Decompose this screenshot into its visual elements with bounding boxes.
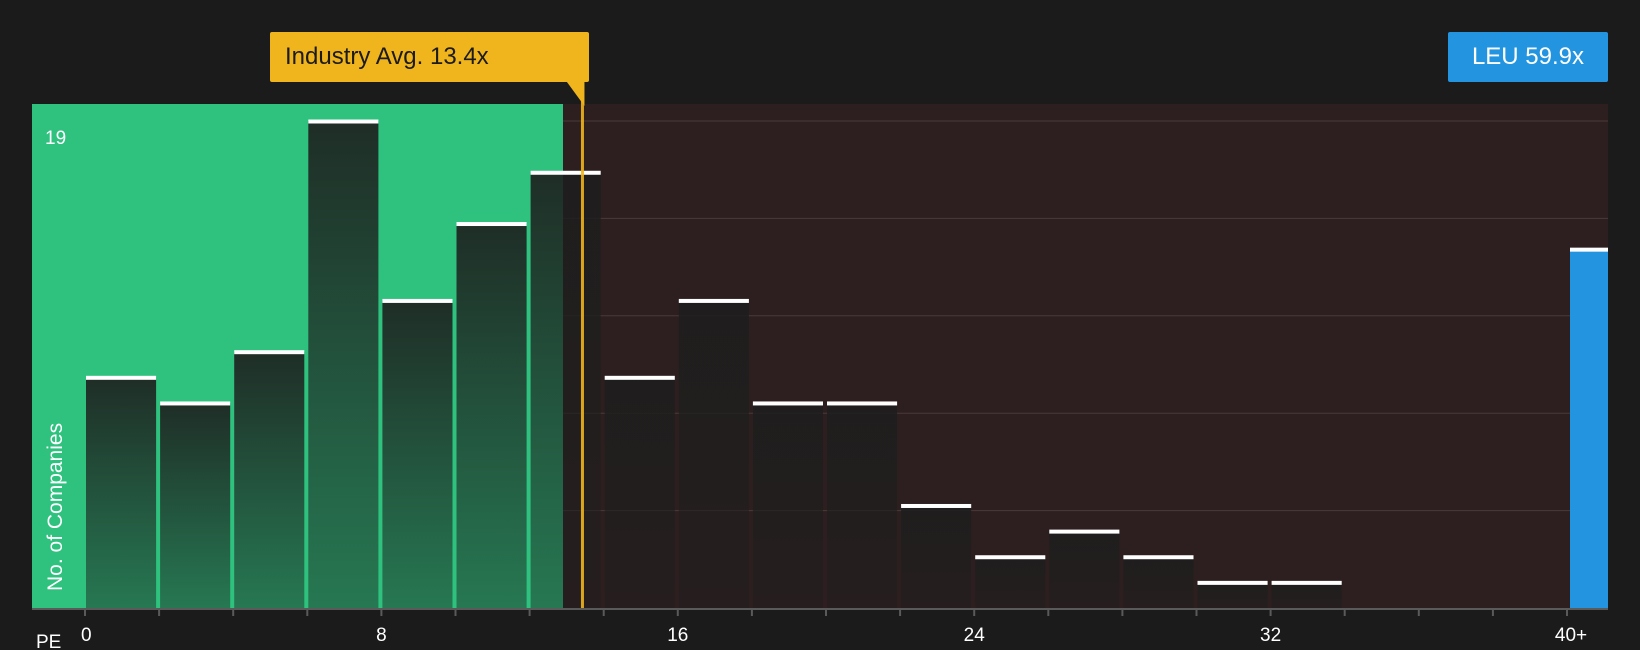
histogram-bar [1049, 531, 1120, 608]
histogram-bar [1197, 582, 1268, 608]
histogram-bar [901, 505, 972, 608]
histogram-bar [678, 300, 749, 608]
y-axis-title: No. of Companies [44, 423, 67, 591]
bar-cap [752, 401, 823, 406]
bar-cap [604, 375, 675, 380]
bar-cap [975, 555, 1046, 560]
histogram-bar [160, 402, 231, 608]
chart-canvas: 0 8 16 24 32 40+ 19 No. of Companies PE [32, 60, 1608, 650]
bar-cap [1197, 580, 1268, 585]
bar-cap [86, 375, 157, 380]
industry-average-callout: Industry Avg. 13.4x [270, 32, 589, 82]
x-tick-label: 32 [1260, 625, 1281, 646]
bar-cap [160, 401, 231, 406]
histogram-bar [86, 377, 157, 608]
histogram-bar [1123, 556, 1194, 608]
histogram-bar [456, 223, 527, 609]
company-pe-callout: LEU 59.9x [1448, 32, 1608, 82]
x-tick-label: 16 [667, 625, 688, 646]
histogram-bar [382, 300, 453, 608]
histogram-bar [1271, 582, 1342, 608]
bar-cap [234, 350, 305, 355]
bar-cap [1570, 247, 1608, 252]
bar-cap [1049, 529, 1120, 534]
bar-cap [308, 119, 379, 124]
bar-cap [827, 401, 898, 406]
histogram-bar [975, 556, 1046, 608]
histogram-bar [308, 121, 379, 608]
x-axis-ticks: 0 8 16 24 32 40+ [81, 608, 1587, 646]
histogram-bar [234, 351, 305, 608]
x-tick-label: 24 [964, 625, 986, 646]
bar-cap [678, 298, 749, 303]
histogram-bar [530, 172, 601, 608]
bar-cap [530, 170, 601, 175]
bar-cap [456, 222, 527, 227]
y-axis-max-label: 19 [45, 128, 66, 149]
pe-distribution-chart: 0 8 16 24 32 40+ 19 No. of Companies PE Indus… [0, 0, 1640, 650]
x-tick-label: 8 [376, 625, 387, 646]
x-axis-title: PE [36, 632, 61, 650]
histogram-bar [752, 402, 823, 608]
histogram-bar [827, 402, 898, 608]
bar-cap [1123, 555, 1194, 560]
bar-cap [1271, 580, 1342, 585]
industry-average-pointer [565, 80, 585, 106]
x-tick-label: 40+ [1555, 625, 1587, 646]
x-tick-label: 0 [81, 625, 92, 646]
histogram-bar [604, 377, 675, 608]
bar-cap [901, 503, 972, 508]
bar-cap [382, 298, 453, 303]
company-bar [1570, 249, 1608, 608]
